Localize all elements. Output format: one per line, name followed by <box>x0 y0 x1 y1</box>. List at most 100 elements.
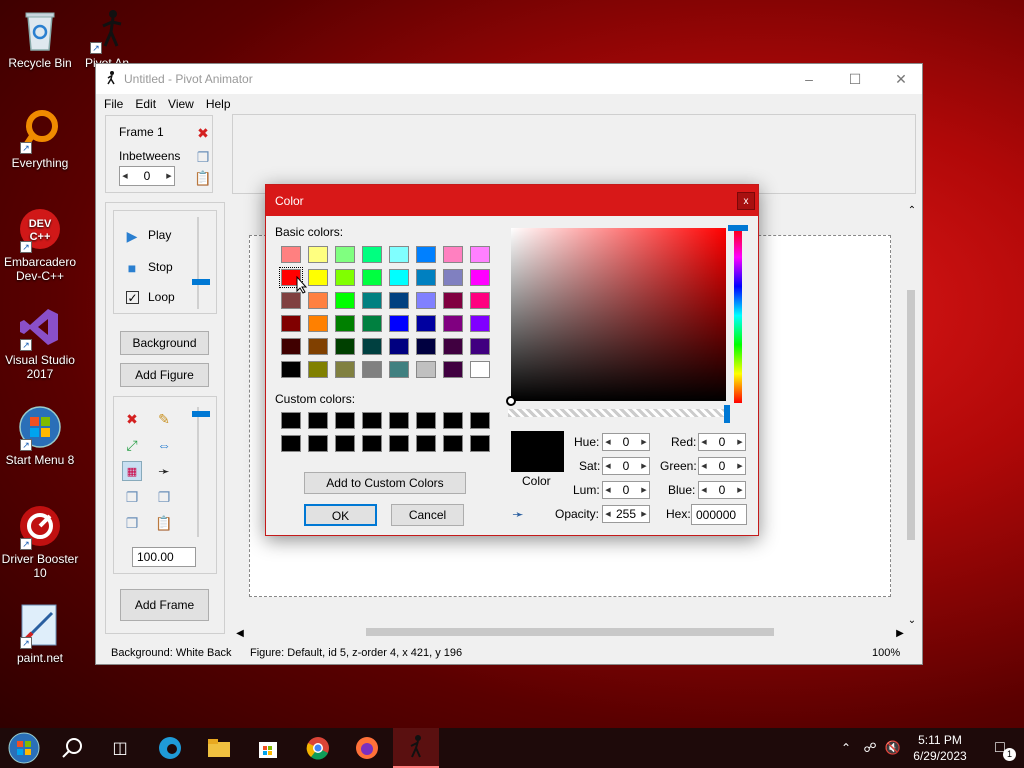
inbetweens-stepper[interactable]: ◀ 0 ▶ <box>119 166 175 186</box>
copy-frame-icon[interactable]: ❐ <box>193 147 213 167</box>
maximize-icon[interactable]: ☐ <box>832 64 878 94</box>
basic-color-swatch[interactable] <box>308 361 328 378</box>
desktop-icon-devcpp[interactable]: DEV C++ ↗ Embarcadero Dev-C++ <box>0 207 80 283</box>
play-icon[interactable]: ▶ <box>122 226 142 246</box>
basic-color-swatch[interactable] <box>335 315 355 332</box>
basic-color-swatch[interactable] <box>416 292 436 309</box>
increment-icon[interactable]: ▶ <box>735 462 745 470</box>
shrink-icon[interactable]: ⤢ <box>122 435 142 455</box>
basic-color-swatch[interactable] <box>281 361 301 378</box>
desktop-icon-everything[interactable]: ↗ Everything <box>0 108 80 170</box>
opacity-stepper[interactable]: ◀ 255 ▶ <box>602 505 650 523</box>
desktop-icon-recycle-bin[interactable]: Recycle Bin <box>0 8 80 70</box>
basic-color-swatch[interactable] <box>335 269 355 286</box>
scale-input[interactable]: 100.00 <box>132 547 196 567</box>
window-titlebar[interactable]: Untitled - Pivot Animator – ☐ ✕ <box>96 64 922 94</box>
desktop-icon-driver-booster[interactable]: ↗ Driver Booster 10 <box>0 504 80 580</box>
ok-button[interactable]: OK <box>304 504 377 526</box>
basic-color-swatch[interactable] <box>416 315 436 332</box>
decrement-icon[interactable]: ◀ <box>699 462 709 470</box>
desktop-icon-paint-net[interactable]: ↗ paint.net <box>0 603 80 665</box>
basic-color-swatch[interactable] <box>335 246 355 263</box>
increment-icon[interactable]: ▶ <box>735 486 745 494</box>
basic-color-swatch[interactable] <box>416 338 436 355</box>
basic-color-swatch[interactable] <box>335 338 355 355</box>
bring-forward-icon[interactable]: ❐ <box>122 487 142 507</box>
hue-slider-handle[interactable] <box>728 225 748 231</box>
delete-figure-icon[interactable]: ✖ <box>122 409 142 429</box>
eyedropper-icon[interactable]: ➛ <box>508 504 528 524</box>
add-to-custom-colors-button[interactable]: Add to Custom Colors <box>304 472 466 494</box>
sat-stepper[interactable]: ◀ 0 ▶ <box>602 457 650 475</box>
network-icon[interactable]: ☍ <box>860 732 880 764</box>
basic-color-swatch[interactable] <box>281 315 301 332</box>
basic-color-swatch[interactable] <box>281 246 301 263</box>
chrome-icon[interactable] <box>296 732 340 764</box>
add-frame-button[interactable]: Add Frame <box>120 589 209 621</box>
menu-help[interactable]: Help <box>200 97 237 111</box>
custom-color-swatch[interactable] <box>281 435 301 452</box>
increment-icon[interactable]: ▶ <box>164 172 174 180</box>
decrement-icon[interactable]: ◀ <box>603 510 613 518</box>
basic-color-swatch[interactable] <box>443 361 463 378</box>
custom-color-swatch[interactable] <box>470 435 490 452</box>
copy-figure-icon[interactable]: ❐ <box>122 513 142 533</box>
decrement-icon[interactable]: ◀ <box>699 486 709 494</box>
custom-color-swatch[interactable] <box>389 435 409 452</box>
basic-color-swatch[interactable] <box>281 338 301 355</box>
basic-color-swatch[interactable] <box>443 269 463 286</box>
desktop-icon-pivot[interactable]: ↗ Pivot An <box>80 8 140 70</box>
decrement-icon[interactable]: ◀ <box>603 438 613 446</box>
decrement-icon[interactable]: ◀ <box>603 462 613 470</box>
basic-color-swatch[interactable] <box>443 246 463 263</box>
custom-color-swatch[interactable] <box>335 412 355 429</box>
basic-color-swatch[interactable] <box>362 246 382 263</box>
basic-color-swatch[interactable] <box>335 361 355 378</box>
hue-slider[interactable] <box>734 228 742 403</box>
dialog-close-button[interactable]: x <box>737 192 755 210</box>
color-dialog-titlebar[interactable]: Color x <box>266 185 758 216</box>
eyedropper-icon[interactable]: ➛ <box>154 461 174 481</box>
basic-color-swatch[interactable] <box>416 269 436 286</box>
opacity-slider-handle[interactable] <box>724 405 730 423</box>
paste-figure-icon[interactable]: 📋 <box>154 513 174 533</box>
action-center-icon[interactable]: □ 1 <box>978 732 1022 764</box>
scroll-left-icon[interactable]: ◀ <box>230 623 250 643</box>
show-hidden-icons-icon[interactable]: ⌃ <box>836 732 856 764</box>
custom-color-swatch[interactable] <box>281 412 301 429</box>
basic-color-swatch[interactable] <box>470 338 490 355</box>
basic-color-swatch[interactable] <box>389 269 409 286</box>
custom-color-swatch[interactable] <box>443 412 463 429</box>
menu-file[interactable]: File <box>98 97 129 111</box>
decrement-icon[interactable]: ◀ <box>120 172 130 180</box>
blue-stepper[interactable]: ◀ 0 ▶ <box>698 481 746 499</box>
decrement-icon[interactable]: ◀ <box>603 486 613 494</box>
custom-color-swatch[interactable] <box>470 412 490 429</box>
lum-stepper[interactable]: ◀ 0 ▶ <box>602 481 650 499</box>
task-view-icon[interactable]: ◫ <box>98 732 142 764</box>
basic-color-swatch[interactable] <box>470 361 490 378</box>
basic-color-swatch[interactable] <box>470 246 490 263</box>
hex-field[interactable]: 000000 <box>691 504 747 525</box>
close-icon[interactable]: ✕ <box>878 64 924 94</box>
basic-color-swatch[interactable] <box>470 292 490 309</box>
saturation-luminance-field[interactable] <box>511 228 726 401</box>
custom-color-swatch[interactable] <box>416 435 436 452</box>
custom-color-swatch[interactable] <box>362 412 382 429</box>
basic-color-swatch[interactable] <box>308 269 328 286</box>
basic-color-swatch[interactable] <box>362 269 382 286</box>
basic-color-swatch[interactable] <box>389 246 409 263</box>
basic-color-swatch[interactable] <box>416 246 436 263</box>
scale-slider[interactable] <box>192 407 210 537</box>
send-backward-icon[interactable]: ❐ <box>154 487 174 507</box>
increment-icon[interactable]: ▶ <box>639 462 649 470</box>
color-grid-icon[interactable]: ▦ <box>122 461 142 481</box>
menu-view[interactable]: View <box>162 97 200 111</box>
loop-checkbox[interactable]: ✓ <box>126 291 139 305</box>
increment-icon[interactable]: ▶ <box>735 438 745 446</box>
custom-color-swatch[interactable] <box>362 435 382 452</box>
add-figure-button[interactable]: Add Figure <box>120 363 209 387</box>
basic-color-swatch[interactable] <box>443 338 463 355</box>
scroll-up-icon[interactable]: ⌃ <box>902 200 922 220</box>
stop-button[interactable]: Stop <box>148 260 173 274</box>
